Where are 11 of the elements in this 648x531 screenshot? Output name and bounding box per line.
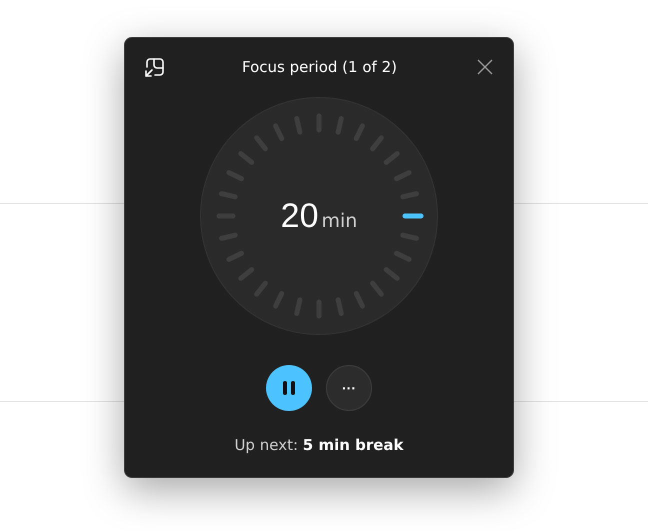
pause-icon: [282, 380, 296, 396]
pause-button[interactable]: [266, 365, 312, 411]
up-next-text: Up next: 5 min break: [234, 436, 404, 454]
window-title: Focus period (1 of 2): [242, 58, 397, 76]
close-icon: [476, 59, 493, 75]
position-marker: [402, 214, 424, 218]
more-button[interactable]: ···: [326, 365, 372, 411]
minutes-value: 20: [280, 196, 318, 236]
minutes-unit: min: [321, 210, 358, 232]
compact-view-button[interactable]: [142, 55, 166, 79]
compact-view-icon: [142, 56, 166, 78]
